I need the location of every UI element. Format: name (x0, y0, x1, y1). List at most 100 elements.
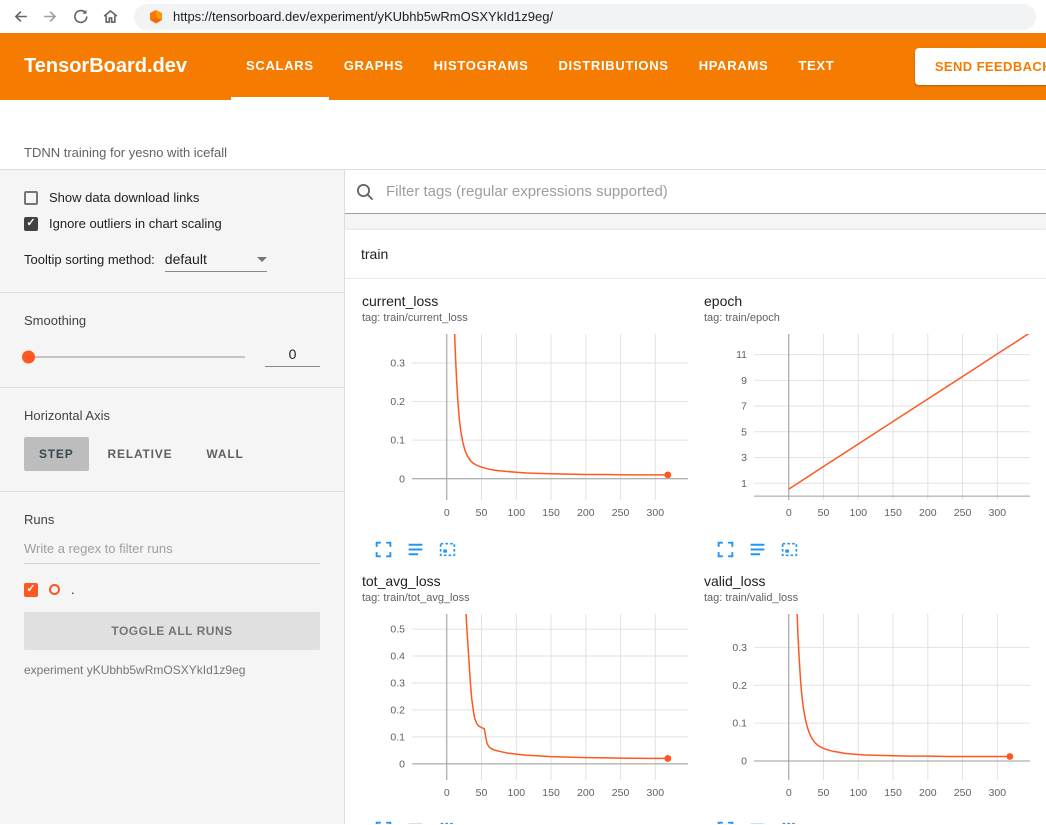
svg-text:250: 250 (612, 787, 630, 799)
line-chart[interactable]: 05010015020025030000.10.20.3 (362, 328, 696, 534)
ignore-outliers-label: Ignore outliers in chart scaling (49, 216, 222, 231)
svg-text:250: 250 (612, 507, 630, 519)
charts-grid: current_loss tag: train/current_loss 050… (345, 279, 1046, 824)
data-table-icon[interactable] (748, 540, 767, 559)
expand-chart-icon[interactable] (716, 820, 735, 824)
svg-text:200: 200 (577, 787, 595, 799)
back-button[interactable] (10, 7, 30, 27)
smoothing-value[interactable]: 0 (265, 346, 320, 367)
svg-text:0.3: 0.3 (732, 642, 747, 654)
svg-text:250: 250 (954, 787, 972, 799)
svg-text:150: 150 (884, 507, 902, 519)
svg-text:0: 0 (399, 473, 405, 485)
address-bar[interactable]: https://tensorboard.dev/experiment/yKUbh… (134, 4, 1036, 30)
chart-tag: tag: train/current_loss (362, 312, 696, 324)
svg-text:0.2: 0.2 (390, 396, 405, 408)
reload-icon (71, 7, 90, 26)
settings-sidebar: Show data download links Ignore outliers… (0, 170, 345, 824)
fit-domain-icon[interactable] (780, 540, 799, 559)
horizontal-axis-label: Horizontal Axis (24, 408, 320, 423)
tab-histograms[interactable]: HISTOGRAMS (419, 33, 544, 100)
svg-text:0: 0 (786, 787, 792, 799)
svg-text:150: 150 (884, 787, 902, 799)
expand-chart-icon[interactable] (716, 540, 735, 559)
tag-group-title[interactable]: train (345, 230, 1046, 279)
send-feedback-button[interactable]: SEND FEEDBACK (915, 48, 1046, 85)
data-table-icon[interactable] (406, 820, 425, 824)
horizontal-axis-group: STEP RELATIVE WALL (24, 437, 320, 471)
tag-filter-input[interactable] (384, 182, 1046, 201)
svg-text:11: 11 (736, 349, 747, 361)
ignore-outliers-checkbox[interactable] (24, 217, 38, 231)
run-row[interactable]: . (24, 582, 320, 597)
forward-arrow-icon (41, 7, 60, 26)
toggle-all-runs-button[interactable]: TOGGLE ALL RUNS (24, 612, 320, 650)
svg-text:0.3: 0.3 (390, 677, 405, 689)
svg-text:0.5: 0.5 (390, 624, 405, 636)
main-content: train current_loss tag: train/current_lo… (345, 170, 1046, 824)
chart-tag: tag: train/epoch (704, 312, 1038, 324)
line-chart[interactable]: 05010015020025030000.10.20.3 (704, 608, 1038, 814)
data-table-icon[interactable] (406, 540, 425, 559)
axis-relative-button[interactable]: RELATIVE (93, 437, 188, 471)
tag-group-card: train current_loss tag: train/current_lo… (345, 230, 1046, 824)
tooltip-sorting-dropdown[interactable]: default (165, 251, 267, 272)
svg-text:0: 0 (399, 758, 405, 770)
run-label[interactable]: . (71, 582, 75, 597)
fit-domain-icon[interactable] (438, 820, 457, 824)
smoothing-slider-thumb[interactable] (22, 350, 35, 363)
reload-button[interactable] (70, 7, 90, 27)
axis-step-button[interactable]: STEP (24, 437, 89, 471)
svg-text:0.1: 0.1 (390, 435, 405, 447)
svg-text:3: 3 (741, 452, 747, 464)
axis-wall-button[interactable]: WALL (191, 437, 258, 471)
nav-tabs: SCALARS GRAPHS HISTOGRAMS DISTRIBUTIONS … (231, 33, 849, 100)
svg-text:250: 250 (954, 507, 972, 519)
chart-toolbar (374, 540, 696, 559)
svg-text:100: 100 (850, 507, 868, 519)
runs-filter-input[interactable] (24, 541, 320, 564)
tensorboard-logo-icon (148, 9, 164, 25)
tab-distributions[interactable]: DISTRIBUTIONS (543, 33, 683, 100)
svg-text:200: 200 (919, 507, 937, 519)
tab-graphs[interactable]: GRAPHS (329, 33, 419, 100)
svg-text:0.3: 0.3 (390, 357, 405, 369)
svg-text:0.1: 0.1 (390, 731, 405, 743)
line-chart[interactable]: 05010015020025030000.10.20.30.40.5 (362, 608, 696, 814)
show-download-links-label: Show data download links (49, 190, 199, 205)
svg-text:50: 50 (818, 507, 830, 519)
smoothing-label: Smoothing (24, 313, 320, 328)
run-checkbox[interactable] (24, 583, 38, 597)
tooltip-sorting-value: default (165, 251, 207, 267)
svg-text:0: 0 (741, 756, 747, 768)
data-table-icon[interactable] (748, 820, 767, 824)
svg-text:100: 100 (508, 507, 526, 519)
chart-toolbar (716, 540, 1038, 559)
line-chart[interactable]: 0501001502002503001357911 (704, 328, 1038, 534)
fit-domain-icon[interactable] (780, 820, 799, 824)
chart-title: epoch (704, 293, 1038, 309)
tab-text[interactable]: TEXT (783, 33, 849, 100)
experiment-description-strip: TDNN training for yesno with icefall (0, 100, 1046, 170)
ignore-outliers-row[interactable]: Ignore outliers in chart scaling (24, 216, 320, 231)
app-title: TensorBoard.dev (24, 55, 187, 78)
svg-text:300: 300 (989, 787, 1007, 799)
run-color-ring-icon[interactable] (49, 584, 60, 595)
chart-tag: tag: train/valid_loss (704, 592, 1038, 604)
home-button[interactable] (100, 7, 120, 27)
svg-text:200: 200 (577, 507, 595, 519)
forward-button[interactable] (40, 7, 60, 27)
chart-title: tot_avg_loss (362, 573, 696, 589)
tab-scalars[interactable]: SCALARS (231, 33, 329, 100)
tab-hparams[interactable]: HPARAMS (684, 33, 784, 100)
fit-domain-icon[interactable] (438, 540, 457, 559)
expand-chart-icon[interactable] (374, 820, 393, 824)
svg-text:300: 300 (647, 787, 665, 799)
smoothing-slider[interactable] (24, 356, 245, 358)
show-download-links-checkbox[interactable] (24, 191, 38, 205)
show-download-links-row[interactable]: Show data download links (24, 190, 320, 205)
expand-chart-icon[interactable] (374, 540, 393, 559)
search-icon (355, 182, 375, 202)
svg-text:7: 7 (741, 401, 747, 413)
sidebar-divider (0, 292, 344, 293)
